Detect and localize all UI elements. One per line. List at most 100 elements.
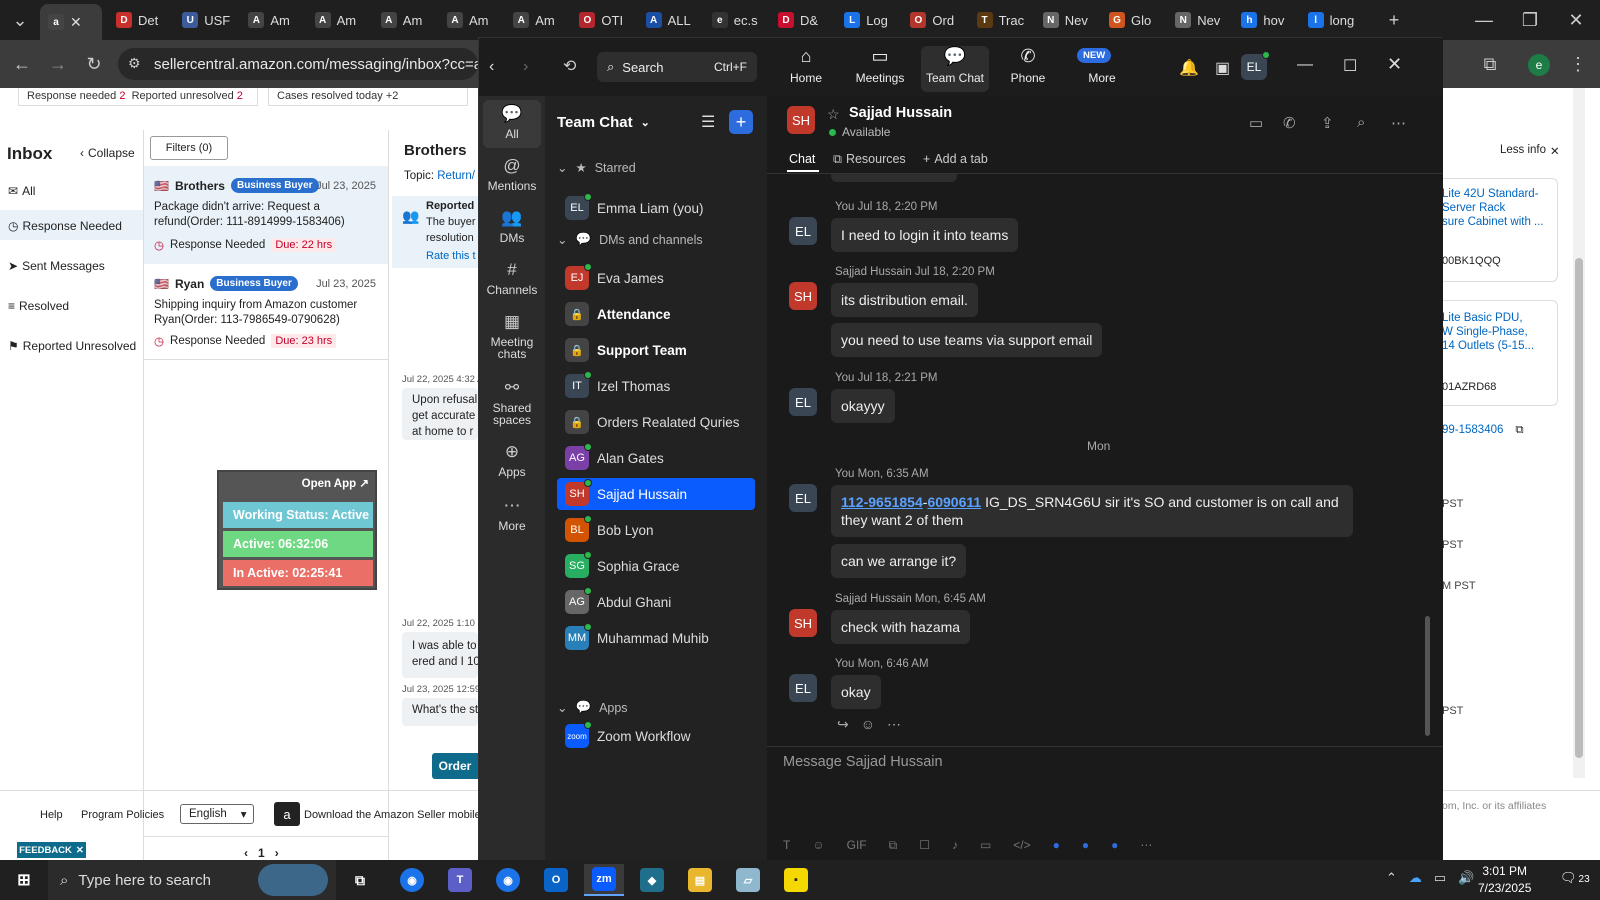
contact-item[interactable]: EJ Eva James [557,262,755,294]
order-id[interactable]: 99-1583406 ⧉ [1442,424,1524,437]
video-icon[interactable]: ▭ [980,838,991,853]
user-avatar[interactable]: EL [1241,51,1270,80]
copy-icon[interactable]: ⧉ [1515,424,1523,437]
file-icon[interactable]: ☐ [919,838,930,853]
emoji-icon[interactable]: ☺ [861,716,875,733]
order-link[interactable]: 6090611 [927,494,981,510]
chat-message[interactable]: check with hazama [831,610,971,644]
chat-message[interactable]: 112-9651854-6090611 IG_DS_SRN4G6U sir it… [831,485,1353,537]
back-icon[interactable]: ← [8,50,36,78]
browser-tab[interactable]: A Am [505,6,569,34]
app-icon[interactable]: ● [1111,838,1118,853]
new-tab-icon[interactable]: + [1380,6,1408,34]
contact-item[interactable]: 🔒 Attendance [557,298,755,330]
network-icon[interactable]: ▭ [1434,870,1446,886]
search-icon[interactable]: ⌕ [1357,114,1365,131]
tab-add[interactable]: + Add a tab [923,152,988,166]
restore-icon[interactable]: ❐ [1516,6,1544,34]
browser-tab[interactable]: N Nev [1035,6,1099,34]
mic-icon[interactable]: ♪ [952,838,958,853]
video-call-icon[interactable]: ▭ [1249,114,1263,132]
chat-message[interactable]: okayyy [831,389,895,423]
share-screen-icon[interactable]: ⇪ [1321,114,1334,132]
chat-message[interactable]: its distribution email. [831,283,978,317]
app-icon[interactable]: ● [1082,838,1089,853]
help-link[interactable]: Help [40,809,63,821]
rail-channels[interactable]: # Channels [483,260,541,296]
browser-tab[interactable]: h hov [1233,6,1297,34]
rail-all[interactable]: 💬 All [483,104,541,140]
thread-item[interactable]: 🇺🇸 Ryan Business Buyer Jul 23, 2025 Ship… [144,264,388,360]
browser-tab[interactable]: l long [1300,6,1364,34]
browser-tab[interactable]: O Ord [902,6,966,34]
tab-amazon-active[interactable]: a ✕ [40,4,102,40]
profile-avatar[interactable]: e [1528,54,1550,76]
screenshot-icon[interactable]: ⧉ [889,838,898,853]
contact-item[interactable]: 🔒 Orders Realated Quries [557,406,755,438]
tab-resources[interactable]: ⧉ Resources [833,152,906,167]
address-bar[interactable]: ⚙ sellercentral.amazon.com/messaging/inb… [118,48,478,80]
zoom-taskbar-icon[interactable]: zm [584,864,624,896]
new-chat-button[interactable]: + [729,110,753,134]
gif-icon[interactable]: GIF [847,838,867,853]
stat-response-needed[interactable]: Response needed [27,90,116,102]
compose-input[interactable]: Message Sajjad Hussain [783,754,1423,834]
format-icon[interactable]: T [783,838,790,853]
rail-dms[interactable]: 👥 DMs [483,208,541,244]
collapse-button[interactable]: ‹ Collapse [80,146,135,160]
reload-icon[interactable]: ↻ [80,50,108,78]
rate-link[interactable]: Rate this t [426,250,476,262]
chrome-profile-icon[interactable]: ◉ [488,864,528,896]
nav-phone[interactable]: ✆ Phone [995,46,1061,92]
bell-icon[interactable]: 🔔 [1179,58,1199,78]
contact-item[interactable]: BL Bob Lyon [557,514,755,546]
browser-tab[interactable]: U USF [174,6,238,34]
language-select[interactable]: English ▾ [180,804,254,824]
product-card[interactable]: Lite Basic PDU, W Single-Phase, 14 Outle… [1442,300,1558,406]
browser-tab[interactable]: A Am [240,6,304,34]
chrome-icon[interactable]: ◉ [392,864,432,896]
teams-icon[interactable]: T [440,864,480,896]
more-icon[interactable]: ⋯ [887,716,901,733]
whiteboard-icon[interactable]: ▣ [1215,58,1230,78]
nav-sent-messages[interactable]: ➤ Sent Messages [8,259,105,273]
chat-message[interactable]: you need to use teams via support email [831,323,1103,357]
rail-apps[interactable]: ⊕ Apps [483,442,541,478]
chevron-left-icon[interactable]: ‹ [244,846,248,860]
extensions-icon[interactable]: ⧉ [1476,50,1504,78]
outlook-icon[interactable]: O [536,864,576,896]
site-settings-icon[interactable]: ⚙ [128,55,141,72]
search-input[interactable]: ⌕ Search Ctrl+F [597,52,757,82]
stat-reported-unresolved[interactable]: Reported unresolved [132,90,234,102]
chat-message[interactable]: I need to login it into teams [831,218,1019,252]
app-icon[interactable]: ◆ [632,864,672,896]
filter-icon[interactable]: ☰ [701,112,715,132]
emoji-icon[interactable]: ☺ [812,838,824,853]
product-card[interactable]: Lite 42U Standard- Server Rack sure Cabi… [1442,178,1558,282]
browser-tab[interactable]: A Am [307,6,371,34]
nav-home[interactable]: ⌂ Home [773,46,839,92]
topic-link[interactable]: Return/ [437,170,475,182]
team-chat-title[interactable]: Team Chat ⌄ [557,114,650,131]
chevron-right-icon[interactable]: › [275,846,279,860]
feedback-tab[interactable]: FEEDBACK ✕ [17,842,86,858]
chat-message[interactable]: okay [831,675,881,709]
sticky-notes-icon[interactable]: ▪ [776,864,816,896]
notification-icon[interactable]: 🗨 23 [1560,870,1590,886]
rail-mentions[interactable]: @ Mentions [483,156,541,192]
section-dms-channels[interactable]: ⌄ 💬 DMs and channels [557,232,703,247]
contact-name[interactable]: Sajjad Hussain [849,105,952,121]
taskbar-search[interactable]: ⌕ Type here to search [48,860,336,900]
nav-all[interactable]: ✉ All [8,184,35,198]
nav-response-needed[interactable]: ◷ Response Needed [8,219,122,233]
minimize-icon[interactable]: — [1470,6,1498,34]
nav-reported-unresolved[interactable]: ⚑ Reported Unresolved [8,339,136,353]
chevron-up-icon[interactable]: ⌃ [1386,870,1397,886]
clock[interactable]: 3:01 PM 7/23/2025 [1478,863,1531,897]
contact-item[interactable]: EL Emma Liam (you) [557,192,755,224]
kebab-menu-icon[interactable]: ⋮ [1564,50,1592,78]
download-app-text[interactable]: Download the Amazon Seller mobile [304,809,481,821]
volume-icon[interactable]: 🔊 [1458,870,1474,886]
browser-tab[interactable]: G Glo [1101,6,1165,34]
forward-icon[interactable]: › [523,58,528,76]
